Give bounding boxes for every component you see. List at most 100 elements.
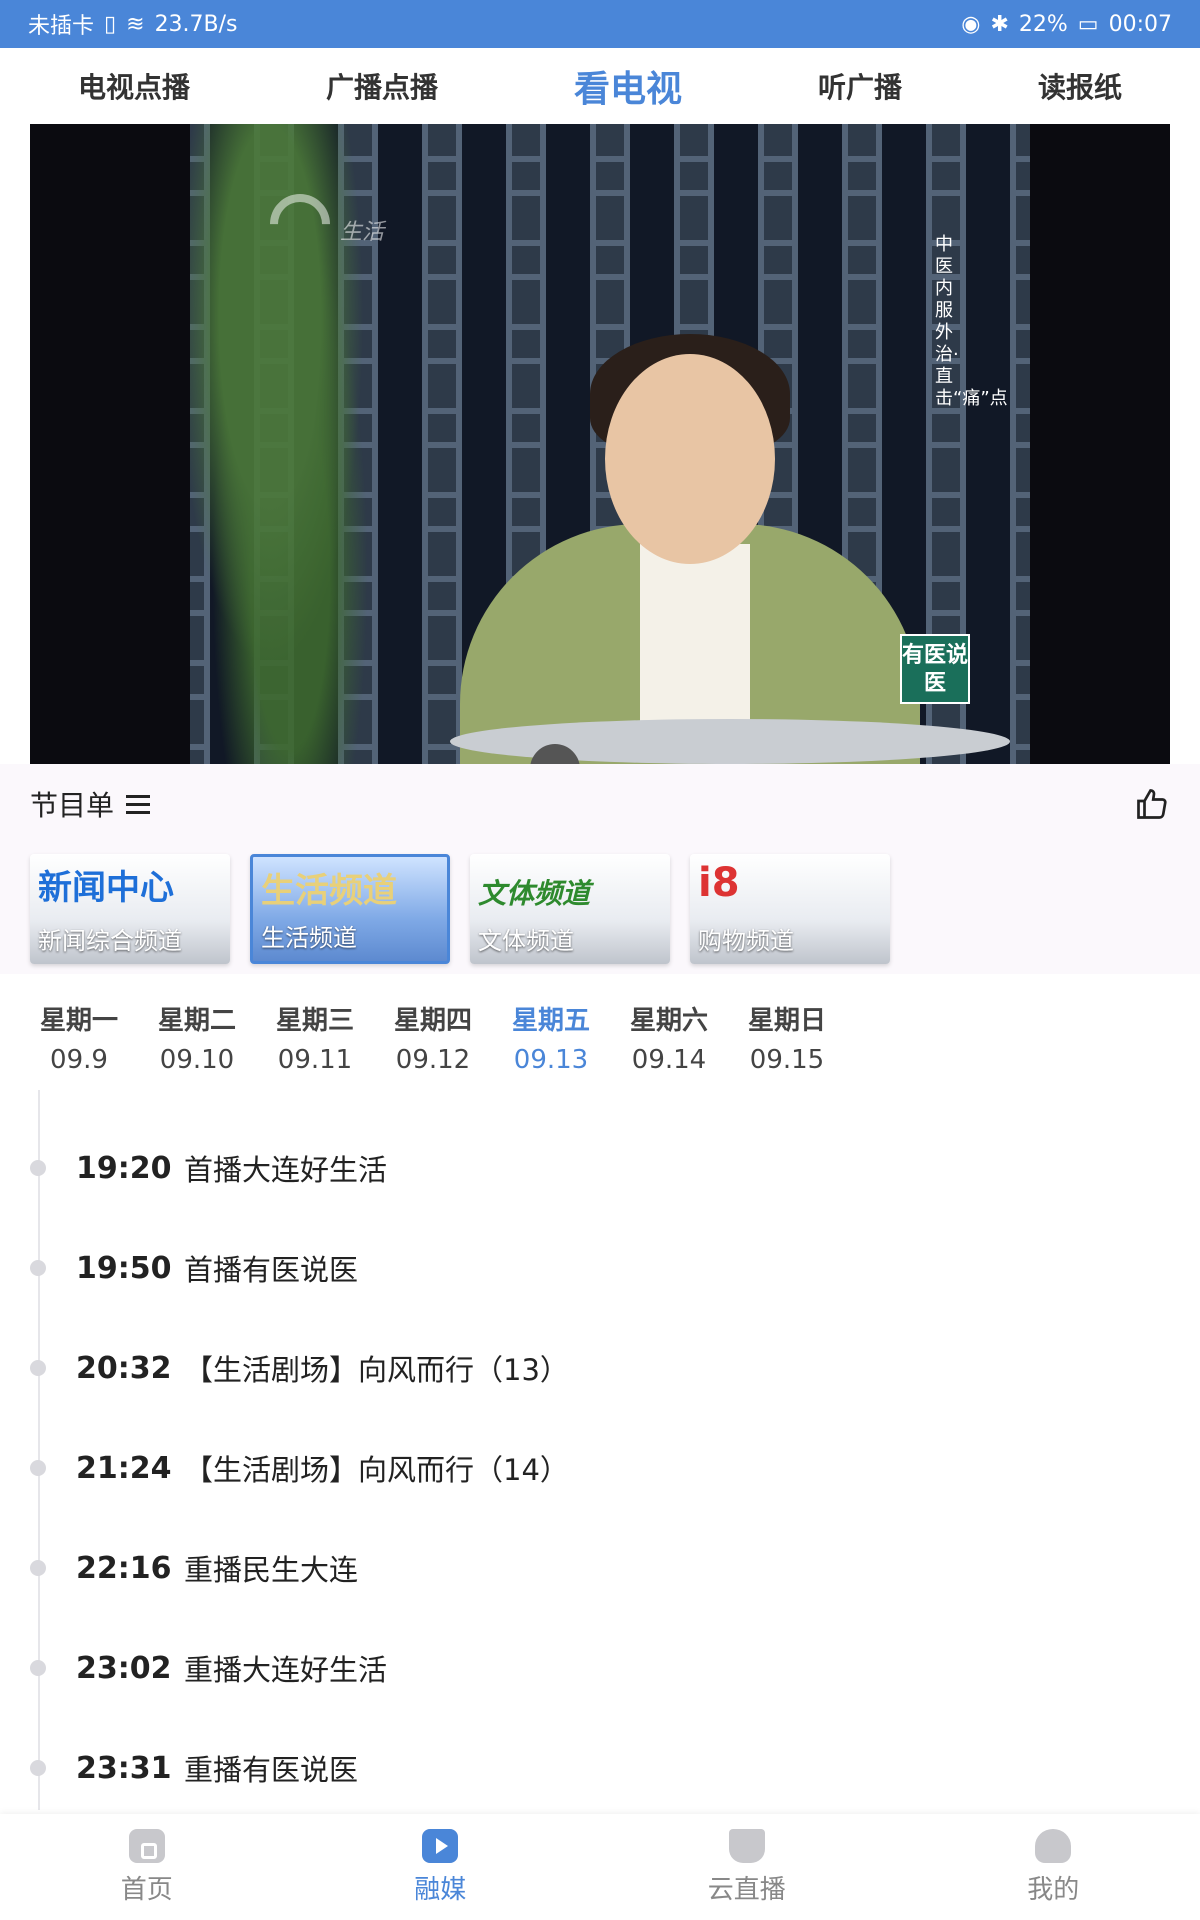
channel-name: 生活频道 <box>261 924 357 952</box>
program-time: 21:24 <box>76 1450 172 1486</box>
video-player[interactable]: 生活 中医内服外治·直击“痛”点 有医说医 <box>30 124 1170 764</box>
vertical-caption: 中医内服外治·直击“痛”点 <box>935 234 1008 409</box>
play-icon <box>422 1828 459 1863</box>
nav-label: 首页 <box>120 1874 173 1905</box>
timeline-dot <box>30 1360 46 1376</box>
nav-cloud-live[interactable]: 云直播 <box>707 1828 786 1906</box>
channel-list: 新闻中心 新闻综合频道 生活频道 生活频道 文体频道 文体频道 i8 购物频道 <box>0 844 1200 974</box>
eye-icon: ◉ <box>961 11 981 37</box>
nav-mine[interactable]: 我的 <box>1027 1828 1080 1906</box>
channel-name: 文体频道 <box>478 927 574 955</box>
day-date: 09.12 <box>395 1045 471 1075</box>
top-tab-bar: 电视点播 广播点播 看电视 听广播 读报纸 <box>0 48 1200 124</box>
day-name: 星期六 <box>629 1006 708 1036</box>
timeline-dot <box>30 1460 46 1476</box>
battery-icon: ▭ <box>1077 11 1099 37</box>
program-title: 首播有医说医 <box>184 1253 359 1287</box>
program-item[interactable]: 19:20 首播大连好生活 <box>30 1138 1130 1198</box>
nav-label: 云直播 <box>707 1874 786 1905</box>
day-tab-sun[interactable]: 星期日 09.15 <box>728 1000 846 1090</box>
program-title: 重播大连好生活 <box>184 1653 388 1687</box>
net-speed: 23.7B/s <box>154 11 238 37</box>
channel-logo-text: 生活频道 <box>261 871 397 911</box>
schedule-title-text: 节目单 <box>30 789 115 822</box>
program-logo: 有医说医 <box>900 634 970 704</box>
timeline-dot <box>30 1760 46 1776</box>
day-name: 星期三 <box>275 1006 354 1036</box>
timeline-dot <box>30 1660 46 1676</box>
battery-percent: 22% <box>1018 11 1068 37</box>
day-date: 09.13 <box>513 1045 589 1075</box>
program-time: 23:31 <box>76 1750 172 1786</box>
thumbs-up-icon[interactable] <box>1134 786 1170 822</box>
program-item[interactable]: 20:32 【生活剧场】向风而行（13） <box>30 1338 1130 1398</box>
program-title: 重播民生大连 <box>184 1553 359 1587</box>
nav-home[interactable]: 首页 <box>120 1828 173 1906</box>
day-tab-tue[interactable]: 星期二 09.10 <box>138 1000 256 1090</box>
home-icon <box>128 1828 165 1863</box>
program-item[interactable]: 23:02 重播大连好生活 <box>30 1638 1130 1698</box>
program-item[interactable]: 21:24 【生活剧场】向风而行（14） <box>30 1438 1130 1498</box>
channel-logo-text: 新闻中心 <box>38 868 174 908</box>
channel-logo-text: 文体频道 <box>478 877 591 910</box>
channel-logo-text: i8 <box>698 860 740 906</box>
day-tab-mon[interactable]: 星期一 09.9 <box>20 1000 138 1090</box>
program-item[interactable]: 22:16 重播民生大连 <box>30 1538 1130 1598</box>
day-tab-thu[interactable]: 星期四 09.12 <box>374 1000 492 1090</box>
channel-watermark: 生活 <box>257 174 430 267</box>
schedule-title[interactable]: 节目单 <box>30 784 151 824</box>
channel-card-news[interactable]: 新闻中心 新闻综合频道 <box>30 854 230 964</box>
day-date: 09.14 <box>631 1045 707 1075</box>
program-item[interactable]: 19:50 首播有医说医 <box>30 1238 1130 1298</box>
program-item[interactable]: 23:31 重播有医说医 <box>30 1738 1130 1798</box>
day-name: 星期二 <box>157 1006 236 1036</box>
channel-name: 新闻综合频道 <box>38 927 182 955</box>
day-date: 09.10 <box>159 1045 235 1075</box>
cup-icon <box>728 1828 765 1863</box>
program-time: 20:32 <box>76 1350 172 1386</box>
bluetooth-icon: ✱ <box>990 11 1009 37</box>
program-time: 19:20 <box>76 1150 172 1186</box>
day-date: 09.11 <box>277 1045 353 1075</box>
bottom-nav: 首页 融媒 云直播 我的 <box>0 1814 1200 1920</box>
carrier-text: 未插卡 <box>28 14 95 39</box>
program-title: 重播有医说医 <box>184 1753 359 1787</box>
presenter-shirt <box>640 544 750 744</box>
day-selector: 星期一 09.9 星期二 09.10 星期三 09.11 星期四 09.12 星… <box>0 1000 1200 1090</box>
channel-card-life[interactable]: 生活频道 生活频道 <box>250 854 450 964</box>
program-time: 19:50 <box>76 1250 172 1286</box>
wifi-icon: ≋ <box>126 11 145 37</box>
day-name: 星期一 <box>39 1006 118 1036</box>
tab-read-newspaper[interactable]: 读报纸 <box>1038 66 1122 106</box>
sim-icon: ▯ <box>104 11 117 37</box>
schedule-header: 节目单 <box>0 764 1200 844</box>
status-bar: 未插卡 ▯ ≋ 23.7B/s ◉ ✱ 22% ▭ 00:07 <box>0 0 1200 48</box>
nav-label: 我的 <box>1027 1874 1080 1905</box>
day-name: 星期四 <box>393 1006 472 1036</box>
program-time: 22:16 <box>76 1550 172 1586</box>
signal-arc-icon <box>257 181 343 267</box>
program-title: 【生活剧场】向风而行（13） <box>184 1353 569 1387</box>
day-tab-sat[interactable]: 星期六 09.14 <box>610 1000 728 1090</box>
channel-card-shopping[interactable]: i8 购物频道 <box>690 854 890 964</box>
program-title: 首播大连好生活 <box>184 1153 388 1187</box>
day-name: 星期日 <box>747 1006 826 1036</box>
nav-label: 融媒 <box>414 1874 467 1905</box>
tab-listen-radio[interactable]: 听广播 <box>818 66 902 106</box>
tab-radio-vod[interactable]: 广播点播 <box>326 66 438 106</box>
channel-card-sports[interactable]: 文体频道 文体频道 <box>470 854 670 964</box>
watermark-text: 生活 <box>340 220 385 245</box>
timeline-dot <box>30 1260 46 1276</box>
timeline-dot <box>30 1160 46 1176</box>
program-time: 23:02 <box>76 1650 172 1686</box>
day-tab-wed[interactable]: 星期三 09.11 <box>256 1000 374 1090</box>
day-tab-fri[interactable]: 星期五 09.13 <box>492 1000 610 1090</box>
program-title: 【生活剧场】向风而行（14） <box>184 1453 569 1487</box>
day-date: 09.15 <box>749 1045 825 1075</box>
day-name: 星期五 <box>511 1006 590 1036</box>
nav-media[interactable]: 融媒 <box>414 1828 467 1906</box>
tab-watch-tv[interactable]: 看电视 <box>574 60 682 112</box>
presenter-head <box>605 354 775 564</box>
tab-tv-vod[interactable]: 电视点播 <box>78 66 190 106</box>
channel-name: 购物频道 <box>698 927 794 955</box>
